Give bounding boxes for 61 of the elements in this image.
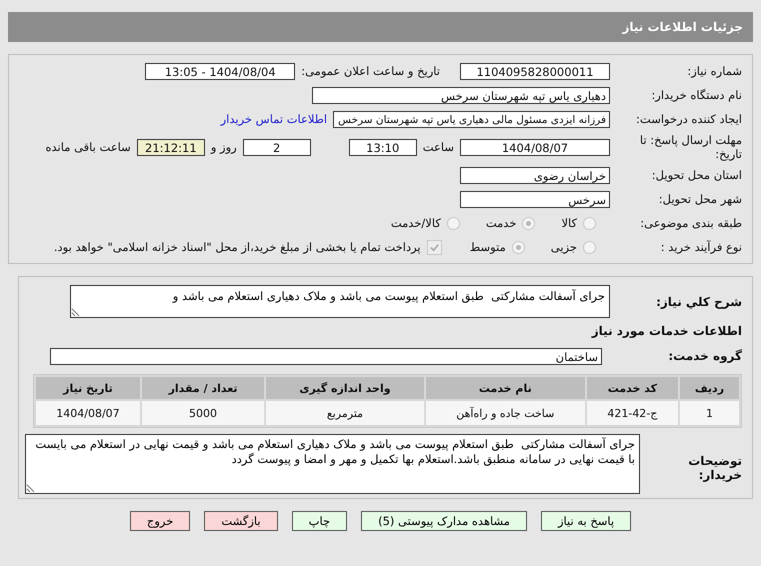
creator-field: فرزانه ایزدی مسئول مالی دهیاری یاس تپه شهرستان سرخس (333, 110, 610, 128)
radio-button[interactable] (446, 216, 460, 230)
table-cell: ج-42-421 (586, 401, 678, 425)
countdown-field: 21:12:11 (136, 138, 205, 156)
city-field: سرخس (460, 190, 610, 208)
column-header: واحد اندازه گیری (266, 377, 424, 399)
days-field: 2 (242, 138, 311, 156)
field-label: طبقه بندی موضوعی: (639, 216, 742, 230)
checkbox[interactable] (426, 240, 442, 254)
need-number-field: 1104095828000011 (460, 62, 610, 80)
column-header: کد خدمت (586, 377, 678, 399)
radio-label: کالا/خدمت (390, 216, 441, 230)
field-label: نوع فرآیند خرید : (660, 240, 742, 254)
table-cell: 1 (680, 401, 739, 425)
time-label: ساعت (422, 140, 454, 154)
announce-date-field: 1404/08/04 - 13:05 (145, 62, 296, 80)
section-title: اطلاعات خدمات مورد نیاز (592, 324, 742, 338)
field-label: تاریخ و ساعت اعلان عمومی: (301, 64, 440, 78)
table-cell: 5000 (142, 401, 264, 425)
radio-button[interactable] (522, 216, 536, 230)
field-label: مهلت ارسال پاسخ: تا تاریخ: (638, 133, 742, 161)
remaining-label: ساعت باقی مانده (46, 140, 131, 154)
buyer-field: دهیاری یاس تپه شهرستان سرخس (312, 86, 610, 104)
field-label: شماره نیاز: (686, 64, 742, 78)
province-field: خراسان رضوی (460, 166, 610, 184)
radio-label: متوسط (470, 240, 506, 254)
column-header: نام خدمت (426, 377, 585, 399)
notes-field[interactable]: جرای آسفالت مشارکتی طبق استعلام پیوست می باشد و ملاک دهیاری استعلام می باشد و قیمت نهایی در استعلام می بایست با قیمت نهایی در سامانه منطبق باشد.استعلام بها تکمیل و مهر و امضا و پیوست گردد (25, 434, 640, 494)
checkbox-label: پرداخت تمام یا بخشی از مبلغ خرید،از محل "اسناد خزانه اسلامی" خواهد بود. (54, 240, 421, 254)
table-cell: ساخت جاده و راه‌آهن (426, 401, 585, 425)
days-label: روز و (210, 140, 237, 154)
service-group-field: ساختمان (50, 348, 602, 364)
action-button[interactable]: چاپ (292, 511, 348, 531)
field-label: توضیحات خریدار: (687, 454, 742, 482)
field-label: گروه خدمت: (667, 349, 742, 363)
action-button[interactable]: پاسخ به نیاز (540, 511, 632, 531)
action-button[interactable]: بازگشت (204, 511, 278, 531)
contact-link[interactable]: اطلاعات تماس خریدار (220, 112, 328, 126)
column-header: تاریخ نیاز (36, 377, 140, 399)
table-cell: 1404/08/07 (36, 401, 140, 425)
table-cell: مترمربع (266, 401, 424, 425)
deadline-time-field: 13:10 (348, 138, 417, 156)
field-label: ایجاد کننده درخواست: (635, 112, 742, 126)
check-icon (428, 242, 440, 252)
page-title: جزئیات اطلاعات نیاز (622, 20, 743, 34)
radio-label: کالا (561, 216, 577, 230)
radio-button[interactable] (583, 216, 596, 230)
description-field[interactable]: جرای آسفالت مشارکتی طبق استعلام پیوست می باشد و ملاک دهیاری استعلام می باشد و (70, 285, 610, 318)
field-label: شرح کلي نياز: (655, 294, 742, 308)
column-header: ردیف (680, 377, 739, 399)
radio-button[interactable] (583, 240, 596, 254)
radio-label: خدمت (486, 216, 516, 230)
column-header: تعداد / مقدار (142, 377, 264, 399)
radio-label: جزیی (550, 240, 577, 254)
action-button[interactable]: مشاهده مدارک پیوستی (5) (361, 511, 527, 531)
field-label: نام دستگاه خریدار: (650, 88, 742, 102)
field-label: شهر محل تحویل: (658, 192, 742, 206)
action-button[interactable]: خروج (130, 511, 190, 531)
deadline-date-field: 1404/08/07 (460, 138, 610, 156)
field-label: استان محل تحویل: (650, 168, 742, 182)
radio-button[interactable] (512, 240, 525, 254)
